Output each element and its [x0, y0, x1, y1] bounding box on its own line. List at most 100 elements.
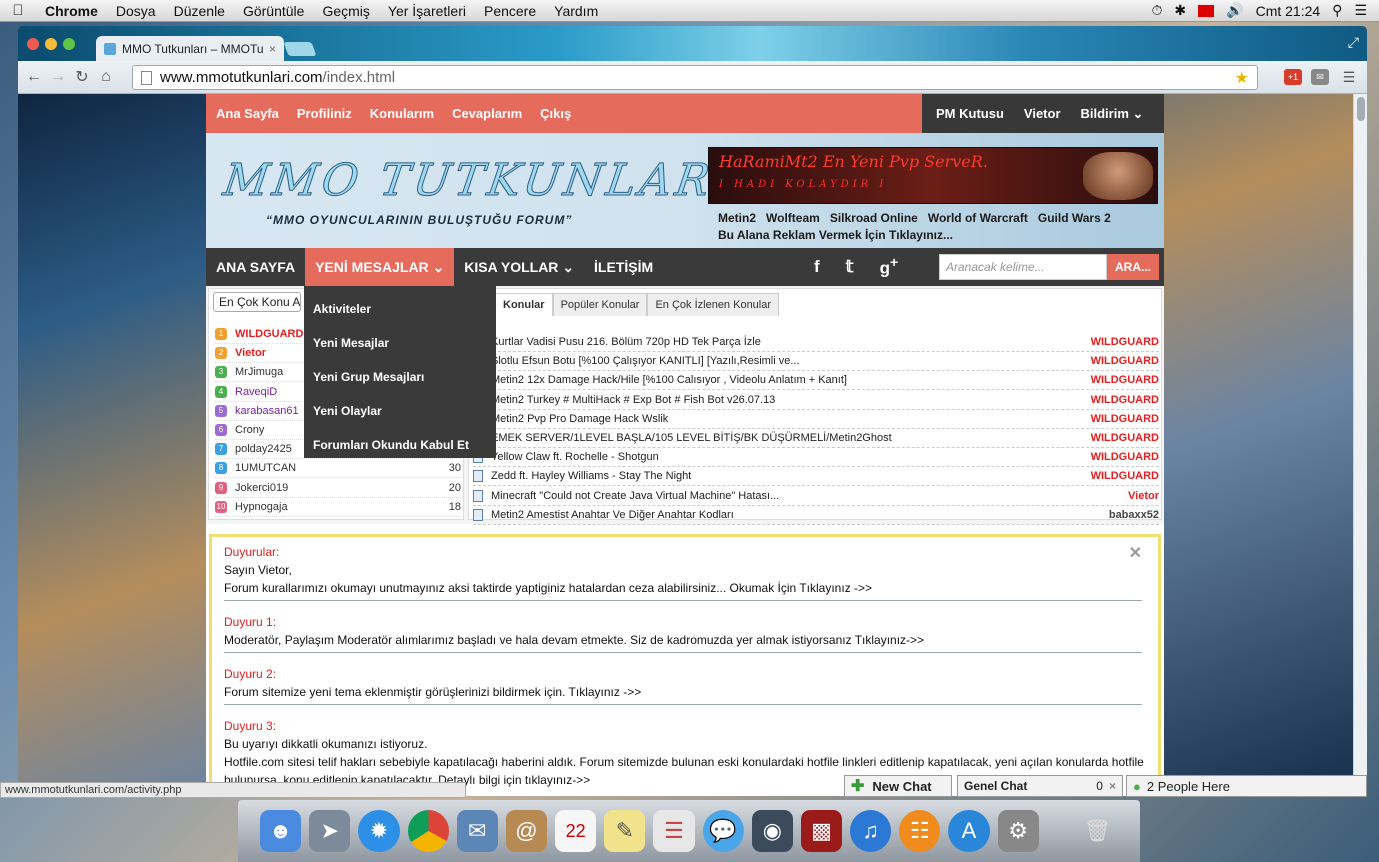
dropdown-aktiviteler[interactable]: Aktiviteler: [304, 292, 496, 326]
topic-title[interactable]: Slotlu Efsun Botu [%100 Çalışıyor KANITL…: [491, 355, 800, 367]
contacts-icon[interactable]: @: [505, 810, 548, 852]
zoom-window-icon[interactable]: [63, 38, 75, 50]
twitter-icon[interactable]: 𝕥: [846, 257, 854, 277]
top-users-select[interactable]: En Çok Konu A: [213, 292, 301, 312]
topic-row[interactable]: EMEK SERVER/1LEVEL BAŞLA/105 LEVEL BİTİŞ…: [473, 429, 1159, 448]
topic-title[interactable]: Metin2 Amestist Anahtar Ve Diğer Anahtar…: [491, 509, 734, 521]
dropdown-yeni-mesajlar[interactable]: Yeni Mesajlar: [304, 326, 496, 360]
trash-icon[interactable]: 🗑: [1077, 810, 1118, 852]
top-user-row[interactable]: 8 1UMUTCAN 30: [215, 459, 461, 479]
close-window-icon[interactable]: [27, 38, 39, 50]
topic-title[interactable]: Metin2 12x Damage Hack/Hile [%100 Calısı…: [491, 374, 847, 386]
search-input[interactable]: Aranacak kelime...: [939, 254, 1107, 280]
notifications-menu[interactable]: Bildirim ⌄: [1081, 106, 1144, 122]
topic-row[interactable]: Zedd ft. Hayley Williams - Stay The Nigh…: [473, 467, 1159, 487]
duyuru-2-link[interactable]: Forum sitemize yeni tema eklenmiştir gör…: [224, 685, 1142, 705]
rules-link[interactable]: Forum kurallarımızı okumayı unutmayınız …: [224, 581, 1142, 601]
topic-row[interactable]: Metin2 Pvp Pro Damage Hack Wslik WILDGUAR…: [473, 410, 1159, 429]
back-icon[interactable]: ←: [22, 68, 46, 86]
topic-title[interactable]: Metin2 Pvp Pro Damage Hack Wslik: [491, 413, 668, 425]
close-icon[interactable]: ×: [1109, 779, 1116, 793]
topic-title[interactable]: Zedd ft. Hayley Williams - Stay The Nigh…: [491, 470, 691, 482]
topic-title[interactable]: Yellow Claw ft. Rochelle - Shotgun: [491, 451, 659, 463]
topic-author[interactable]: WILDGUARD: [1091, 394, 1159, 406]
mainnav-iletisim[interactable]: İLETİŞİM: [584, 248, 663, 286]
topic-title[interactable]: Metin2 Turkey # MultiHack # Exp Bot # Fi…: [491, 394, 775, 406]
ad-banner[interactable]: HaRamiMt2 En Yeni Pvp ServeR. I HADI KOL…: [708, 147, 1158, 204]
menu-duzenle[interactable]: Düzenle: [165, 3, 234, 19]
site-logo[interactable]: MMO TUTKUNLARI: [220, 155, 739, 207]
topic-author[interactable]: WILDGUARD: [1091, 432, 1159, 444]
scrollbar-thumb[interactable]: [1357, 97, 1365, 121]
forward-icon[interactable]: →: [46, 68, 70, 86]
app-store-icon[interactable]: A: [948, 810, 990, 852]
dropdown-okundu-kabul[interactable]: Forumları Okundu Kabul Et: [304, 428, 496, 462]
address-bar[interactable]: www.mmotutkunlari.com /index.html ★: [132, 65, 1258, 90]
google-plus-icon[interactable]: g+: [880, 255, 899, 279]
tab-populer-konular[interactable]: Popüler Konular: [552, 293, 648, 316]
calendar-icon[interactable]: 22: [555, 810, 597, 852]
system-preferences-icon[interactable]: ⚙: [997, 810, 1039, 852]
spotlight-search-icon[interactable]: ⚲: [1332, 2, 1342, 19]
dropdown-yeni-grup-mesajlari[interactable]: Yeni Grup Mesajları: [304, 360, 496, 394]
topnav-cevaplarim[interactable]: Cevaplarım: [452, 106, 522, 121]
topic-author[interactable]: babaxx52: [1109, 509, 1159, 521]
mainnav-kisa-yollar[interactable]: KISA YOLLAR ⌄: [454, 248, 584, 286]
photo-booth-icon[interactable]: ▩: [800, 810, 843, 852]
volume-icon[interactable]: 🔊: [1226, 2, 1243, 19]
home-icon[interactable]: ⌂: [94, 68, 118, 86]
topic-author[interactable]: WILDGUARD: [1091, 336, 1159, 348]
facetime-icon[interactable]: ◉: [751, 810, 793, 852]
topic-row[interactable]: Metin2 Amestist Anahtar Ve Diğer Anahtar…: [473, 506, 1159, 525]
chrome-icon[interactable]: [407, 810, 449, 852]
menubar-clock[interactable]: Cmt 21:24: [1256, 3, 1321, 19]
reminders-icon[interactable]: ☰: [653, 810, 695, 852]
reload-icon[interactable]: ↻: [70, 67, 94, 87]
topnav-profiliniz[interactable]: Profiliniz: [297, 106, 352, 121]
facebook-icon[interactable]: f: [814, 257, 820, 277]
game-link-metin2[interactable]: Metin2: [718, 211, 756, 225]
topic-title[interactable]: Minecraft "Could not Create Java Virtual…: [491, 490, 779, 502]
google-plus-extension-icon[interactable]: +1: [1284, 69, 1302, 85]
turkish-flag-icon[interactable]: [1198, 4, 1215, 17]
chrome-menu-icon[interactable]: ☰: [1340, 69, 1358, 85]
ibooks-icon[interactable]: ☷: [899, 810, 941, 852]
messages-icon[interactable]: 💬: [702, 810, 744, 852]
mail-extension-icon[interactable]: ✉: [1311, 69, 1329, 85]
topic-author[interactable]: WILDGUARD: [1091, 413, 1159, 425]
game-link-gw2[interactable]: Guild Wars 2: [1038, 211, 1111, 225]
ad-link[interactable]: Bu Alana Reklam Vermek İçin Tıklayınız..…: [718, 228, 953, 242]
top-user-row[interactable]: 10 Hypnogaja 18: [215, 498, 461, 517]
menu-gecmis[interactable]: Geçmiş: [313, 3, 378, 19]
browser-tab-active[interactable]: MMO Tutkunları – MMOTu ×: [96, 36, 284, 62]
topic-author[interactable]: WILDGUARD: [1091, 451, 1159, 463]
genel-chat-tab[interactable]: Genel Chat 0 ×: [957, 775, 1123, 797]
menu-yardim[interactable]: Yardım: [545, 3, 607, 19]
tab-close-icon[interactable]: ×: [269, 42, 276, 56]
menu-pencere[interactable]: Pencere: [475, 3, 545, 19]
game-link-wolfteam[interactable]: Wolfteam: [766, 211, 820, 225]
topic-row[interactable]: Metin2 Turkey # MultiHack # Exp Bot # Fi…: [473, 391, 1159, 410]
topic-row[interactable]: Metin2 12x Damage Hack/Hile [%100 Calısı…: [473, 371, 1159, 391]
tab-en-cok-izlenen[interactable]: En Çok İzlenen Konular: [647, 293, 780, 316]
topic-author[interactable]: WILDGUARD: [1091, 374, 1159, 386]
safari-icon[interactable]: ✹: [358, 810, 400, 852]
mainnav-yeni-mesajlar[interactable]: YENİ MESAJLAR ⌄: [305, 248, 455, 286]
topnav-konularim[interactable]: Konularım: [370, 106, 434, 121]
itunes-icon[interactable]: ♫: [850, 810, 892, 852]
people-here-tab[interactable]: ● 2 People Here: [1126, 775, 1367, 797]
minimize-window-icon[interactable]: [45, 38, 57, 50]
page-scrollbar[interactable]: [1353, 94, 1367, 796]
apple-menu-icon[interactable]: : [0, 2, 36, 19]
topnav-cikis[interactable]: Çıkış: [540, 106, 571, 121]
game-link-wow[interactable]: World of Warcraft: [928, 211, 1028, 225]
time-machine-icon[interactable]: ⏱: [1151, 2, 1162, 19]
topic-author[interactable]: Vietor: [1128, 490, 1159, 502]
notes-icon[interactable]: ✎: [604, 810, 646, 852]
finder-icon[interactable]: ☻: [260, 810, 302, 852]
topic-row[interactable]: Kurtlar Vadisi Pusu 216. Bölüm 720p HD T…: [473, 333, 1159, 352]
menu-goruntule[interactable]: Görüntüle: [234, 3, 313, 19]
notification-center-icon[interactable]: ☰: [1354, 2, 1367, 19]
close-icon[interactable]: ✕: [1129, 543, 1142, 563]
topic-row[interactable]: Slotlu Efsun Botu [%100 Çalışıyor KANITL…: [473, 352, 1159, 372]
